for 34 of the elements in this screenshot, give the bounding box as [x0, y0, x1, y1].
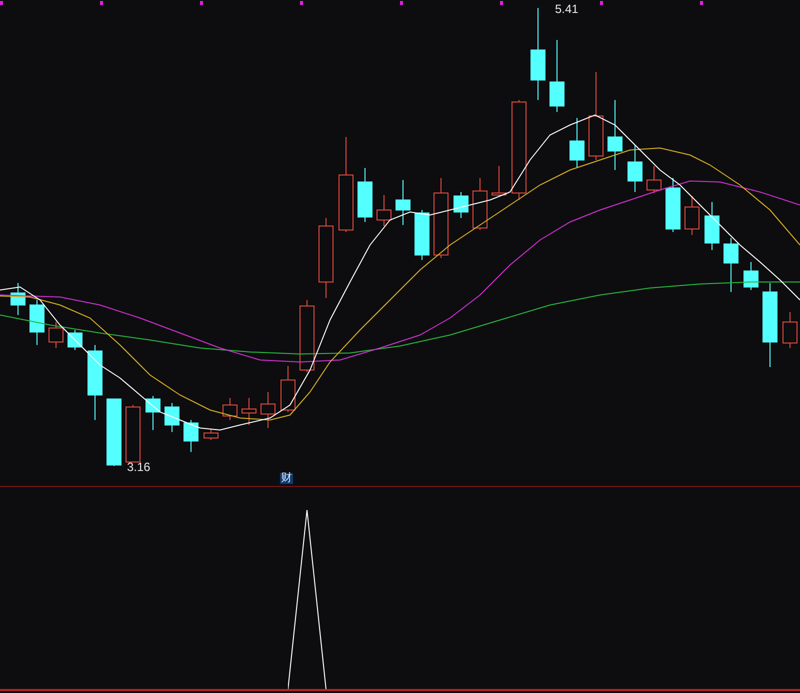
event-marker-badge: 财	[280, 473, 293, 484]
candlestick	[570, 118, 584, 168]
candlestick	[242, 398, 256, 426]
candlestick	[358, 168, 372, 222]
candlestick	[782, 312, 798, 348]
candlestick	[10, 282, 26, 316]
candlestick	[396, 180, 410, 226]
high-price-label: 5.41	[555, 3, 578, 15]
candlestick	[30, 300, 44, 346]
candlestick	[492, 166, 506, 198]
low-price-label: 3.16	[127, 461, 150, 473]
candlestick	[204, 428, 218, 440]
candlestick	[684, 196, 700, 236]
candlestick	[376, 194, 392, 226]
candlestick	[454, 192, 468, 218]
candlestick	[106, 398, 122, 466]
candlestick	[704, 202, 720, 250]
candlestick	[48, 322, 64, 348]
candlestick	[68, 330, 82, 350]
candlestick	[280, 366, 296, 412]
candlestick	[164, 402, 180, 432]
candlestick	[608, 100, 622, 170]
candlestick	[628, 144, 642, 192]
candlestick	[472, 178, 488, 230]
candlestick	[646, 166, 662, 194]
candlestick	[126, 404, 140, 462]
candlestick	[666, 178, 680, 232]
candlestick	[260, 392, 276, 428]
candlestick	[414, 210, 430, 260]
candlestick	[146, 396, 160, 430]
candlestick	[222, 398, 238, 420]
candlestick	[724, 238, 738, 292]
candlestick	[184, 420, 198, 452]
candlestick	[744, 262, 758, 290]
